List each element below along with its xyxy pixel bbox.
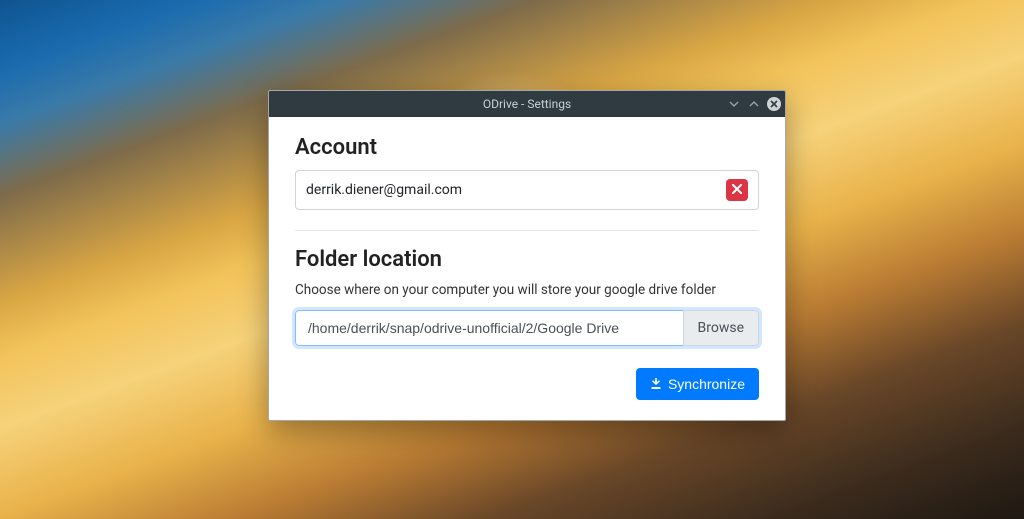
folder-path-group: Browse: [295, 310, 759, 346]
synchronize-button[interactable]: Synchronize: [636, 368, 759, 400]
browse-button[interactable]: Browse: [683, 310, 759, 346]
settings-window: ODrive - Settings Account derrik.diener@…: [268, 90, 786, 421]
synchronize-button-label: Synchronize: [668, 376, 745, 392]
window-title: ODrive - Settings: [483, 97, 571, 111]
account-email: derrik.diener@gmail.com: [306, 182, 726, 198]
window-minimize-button[interactable]: [727, 97, 741, 111]
remove-account-button[interactable]: [726, 179, 748, 201]
folder-path-input[interactable]: [295, 310, 683, 346]
window-maximize-button[interactable]: [747, 97, 761, 111]
settings-content: Account derrik.diener@gmail.com Folder l…: [269, 117, 785, 420]
download-icon: [650, 378, 662, 390]
dialog-footer: Synchronize: [295, 368, 759, 400]
account-field: derrik.diener@gmail.com: [295, 170, 759, 210]
account-heading: Account: [295, 135, 759, 160]
titlebar-controls: [727, 91, 781, 117]
window-close-button[interactable]: [767, 97, 781, 111]
close-icon: [732, 182, 742, 198]
folder-description: Choose where on your computer you will s…: [295, 282, 759, 298]
browse-button-label: Browse: [698, 320, 744, 336]
desktop-background: ODrive - Settings Account derrik.diener@…: [0, 0, 1024, 519]
window-titlebar[interactable]: ODrive - Settings: [269, 91, 785, 117]
section-divider: [295, 230, 759, 231]
folder-heading: Folder location: [295, 247, 759, 272]
